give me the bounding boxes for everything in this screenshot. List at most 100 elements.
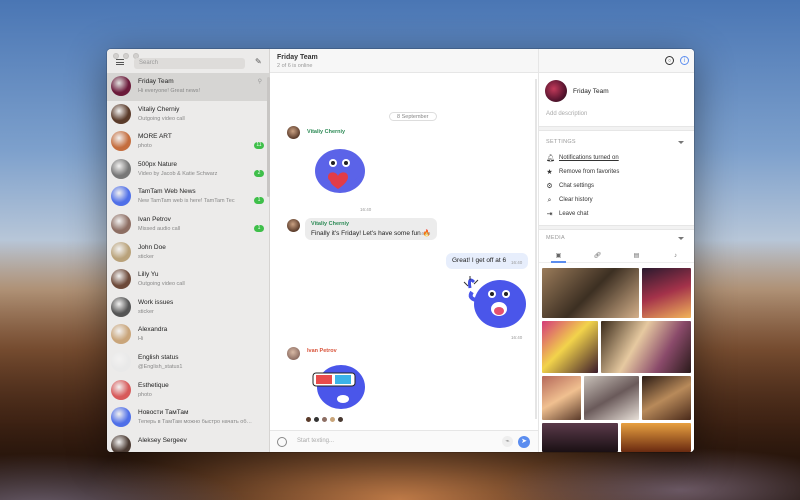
media-photo[interactable] [621, 423, 691, 452]
chat-list-item[interactable]: TamTam Web News New TamTam web is here! T… [107, 183, 270, 211]
media-photo[interactable] [642, 376, 691, 420]
paperclip-icon[interactable]: ⌁ [502, 436, 513, 447]
chevron-down-icon[interactable] [678, 237, 684, 240]
chat-name: Alexandra [138, 326, 168, 334]
media-photo[interactable] [542, 268, 639, 318]
message-sender[interactable]: Vitaliy Cherniy [307, 129, 345, 135]
chat-list-item[interactable]: English status @English_status1 [107, 349, 270, 377]
menu-icon[interactable] [116, 59, 124, 65]
avatar [111, 324, 131, 345]
chat-list-item[interactable]: 500px Nature Video by Jacob & Katie Schwa… [107, 156, 270, 184]
compose-icon[interactable]: ✎ [255, 58, 263, 66]
chat-preview: sticker [138, 253, 154, 260]
chat-list-item[interactable]: Aleksey Sergeev [107, 432, 270, 452]
paper-plane-icon[interactable]: ➤ [518, 436, 530, 448]
search-input[interactable]: Search [134, 58, 245, 69]
message-text: Finally it's Friday! Let's have some fun… [311, 230, 431, 237]
message-sender[interactable]: Ivan Petrov [307, 348, 337, 354]
avatar [111, 407, 131, 428]
chat-name: Lilly Yu [138, 271, 159, 279]
pin-icon: ⚲ [257, 79, 262, 85]
message-time: 16:40 [360, 207, 372, 212]
chat-preview: @English_status1 [138, 363, 183, 370]
broom-icon: ⌕ [547, 196, 552, 204]
media-photo[interactable] [542, 376, 581, 420]
link-tab-icon[interactable]: 🔗︎ [578, 249, 617, 262]
reader-avatar [321, 416, 328, 423]
chat-name: John Doe [138, 243, 166, 251]
media-photo[interactable] [542, 321, 598, 373]
avatar [111, 103, 131, 124]
smile-icon[interactable] [277, 437, 287, 447]
read-receipts[interactable] [305, 416, 344, 423]
chat-list-item[interactable]: John Doe sticker [107, 239, 270, 267]
chat-status: 2 of 6 is online [277, 63, 313, 69]
avatar[interactable] [287, 219, 300, 232]
add-description-field[interactable]: Add description [546, 111, 587, 117]
media-photo[interactable] [584, 376, 639, 420]
chat-list-item[interactable]: Lilly Yu Outgoing video call [107, 266, 270, 294]
chat-pane: Friday Team 2 of 6 is online 8 September… [270, 49, 538, 452]
media-photo[interactable] [642, 268, 691, 318]
laughing-monster-sticker [463, 276, 526, 328]
audio-tab-icon[interactable]: ♪ [656, 249, 694, 262]
message-input[interactable]: Start texting... [297, 438, 334, 444]
media-photo[interactable] [601, 321, 691, 373]
chat-preview: New TamTam web is here! TamTam Tec [138, 198, 235, 205]
chat-preview: photo [138, 391, 152, 398]
heart-monster-sticker [315, 149, 365, 193]
chat-list-item[interactable]: Ivan Petrov Missed audio call 1 [107, 211, 270, 239]
chat-list-item[interactable]: Work issues sticker [107, 294, 270, 322]
group-avatar[interactable] [545, 80, 567, 102]
chat-name: TamTam Web News [138, 188, 196, 196]
file-tab-icon[interactable]: ▤ [617, 249, 656, 262]
avatar [111, 131, 131, 152]
date-separator: 8 September [389, 112, 437, 121]
chat-list-item[interactable]: Новости ТамТам Теперь в ТамТам можно быст… [107, 404, 270, 432]
3d-glasses-monster-sticker [312, 365, 365, 409]
chat-list-item[interactable]: MORE ART photo 11 [107, 128, 270, 156]
chat-name: Новости ТамТам [138, 409, 189, 417]
avatar[interactable] [287, 126, 300, 139]
clear-history-button[interactable]: ⌕ Clear history [546, 195, 593, 205]
avatar [111, 158, 131, 179]
chat-list-item[interactable]: Esthetique photo [107, 377, 270, 405]
message-sender: Vitaliy Cherniy [311, 221, 350, 227]
chevron-down-icon[interactable] [678, 141, 684, 144]
chat-preview: Missed audio call [138, 225, 181, 232]
photo-tab-icon[interactable]: ▣ [539, 249, 578, 263]
chat-list-item[interactable]: Vitaliy Cherniy Outgoing video call [107, 101, 270, 129]
gear-icon: ⚙ [546, 182, 553, 190]
chat-name: Work issues [138, 298, 174, 306]
unread-badge: 1 [254, 197, 264, 205]
avatar [111, 213, 131, 234]
avatar[interactable] [287, 347, 300, 360]
outgoing-message[interactable]: Great! I get off at 6 16:40 [446, 253, 528, 269]
chat-name: 500px Nature [138, 160, 178, 168]
message-time: 16:40 [511, 335, 523, 340]
chat-name: Friday Team [138, 78, 174, 85]
avatar [111, 296, 131, 317]
chat-settings-button[interactable]: ⚙ Chat settings [546, 181, 594, 191]
chat-preview: Outgoing video call [138, 281, 185, 288]
info-icon[interactable]: i [680, 56, 689, 65]
chat-list-item[interactable]: Alexandra Hi [107, 321, 270, 349]
chat-list-item[interactable]: Friday Team Hi everyone! Great news! ⚲ [107, 73, 270, 101]
remove-favorites-button[interactable]: ★ Remove from favorites [546, 167, 619, 177]
chat-scrollbar[interactable] [535, 79, 537, 419]
leave-chat-button[interactable]: ⇥ Leave chat [546, 209, 589, 219]
unread-badge: 11 [254, 142, 264, 150]
chat-title[interactable]: Friday Team [277, 54, 318, 61]
incoming-message[interactable]: Vitaliy Cherniy Finally it's Friday! Let… [305, 218, 437, 240]
search-icon[interactable]: ○ [665, 56, 674, 65]
message-time: 16:40 [511, 260, 523, 265]
notifications-toggle[interactable]: 🔔︎ Notifications turned on [546, 153, 619, 163]
chat-preview: sticker [138, 308, 154, 315]
media-section-label: MEDIA [546, 235, 565, 241]
message-text: Great! I get off at 6 [452, 257, 507, 264]
chat-name: MORE ART [138, 133, 172, 141]
media-tabs: ▣ 🔗︎ ▤ ♪ [539, 249, 694, 263]
media-photo[interactable] [542, 423, 618, 452]
divider [539, 225, 694, 230]
app-window: Search ✎ Friday Team Hi everyone! Great n… [107, 49, 694, 452]
